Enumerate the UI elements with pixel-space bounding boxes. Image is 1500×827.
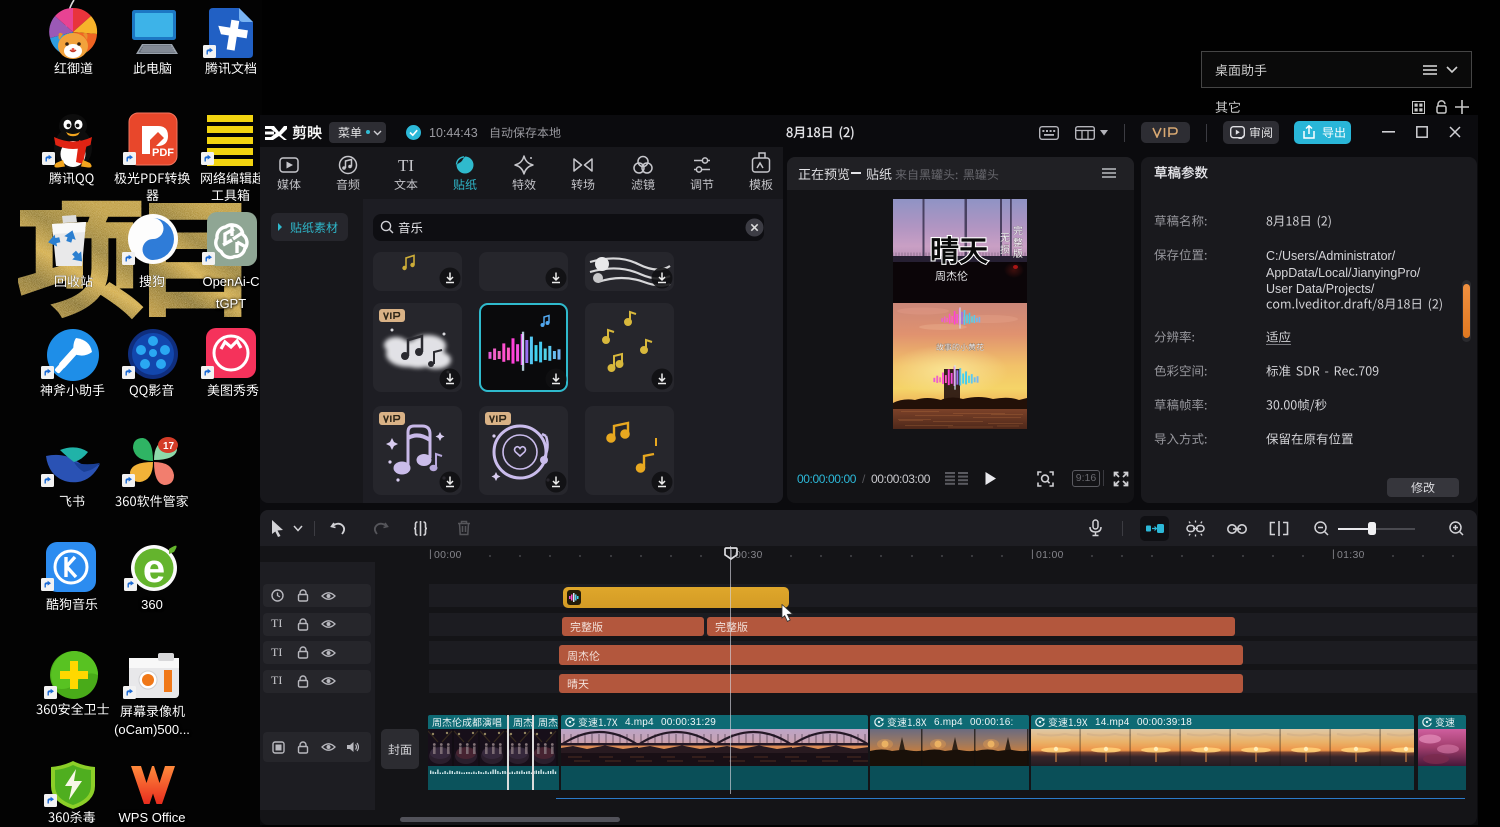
svg-text:e: e: [143, 547, 165, 591]
svg-text:PDF: PDF: [152, 147, 174, 159]
svg-text:17: 17: [163, 441, 175, 452]
svg-text:TI: TI: [398, 156, 414, 175]
